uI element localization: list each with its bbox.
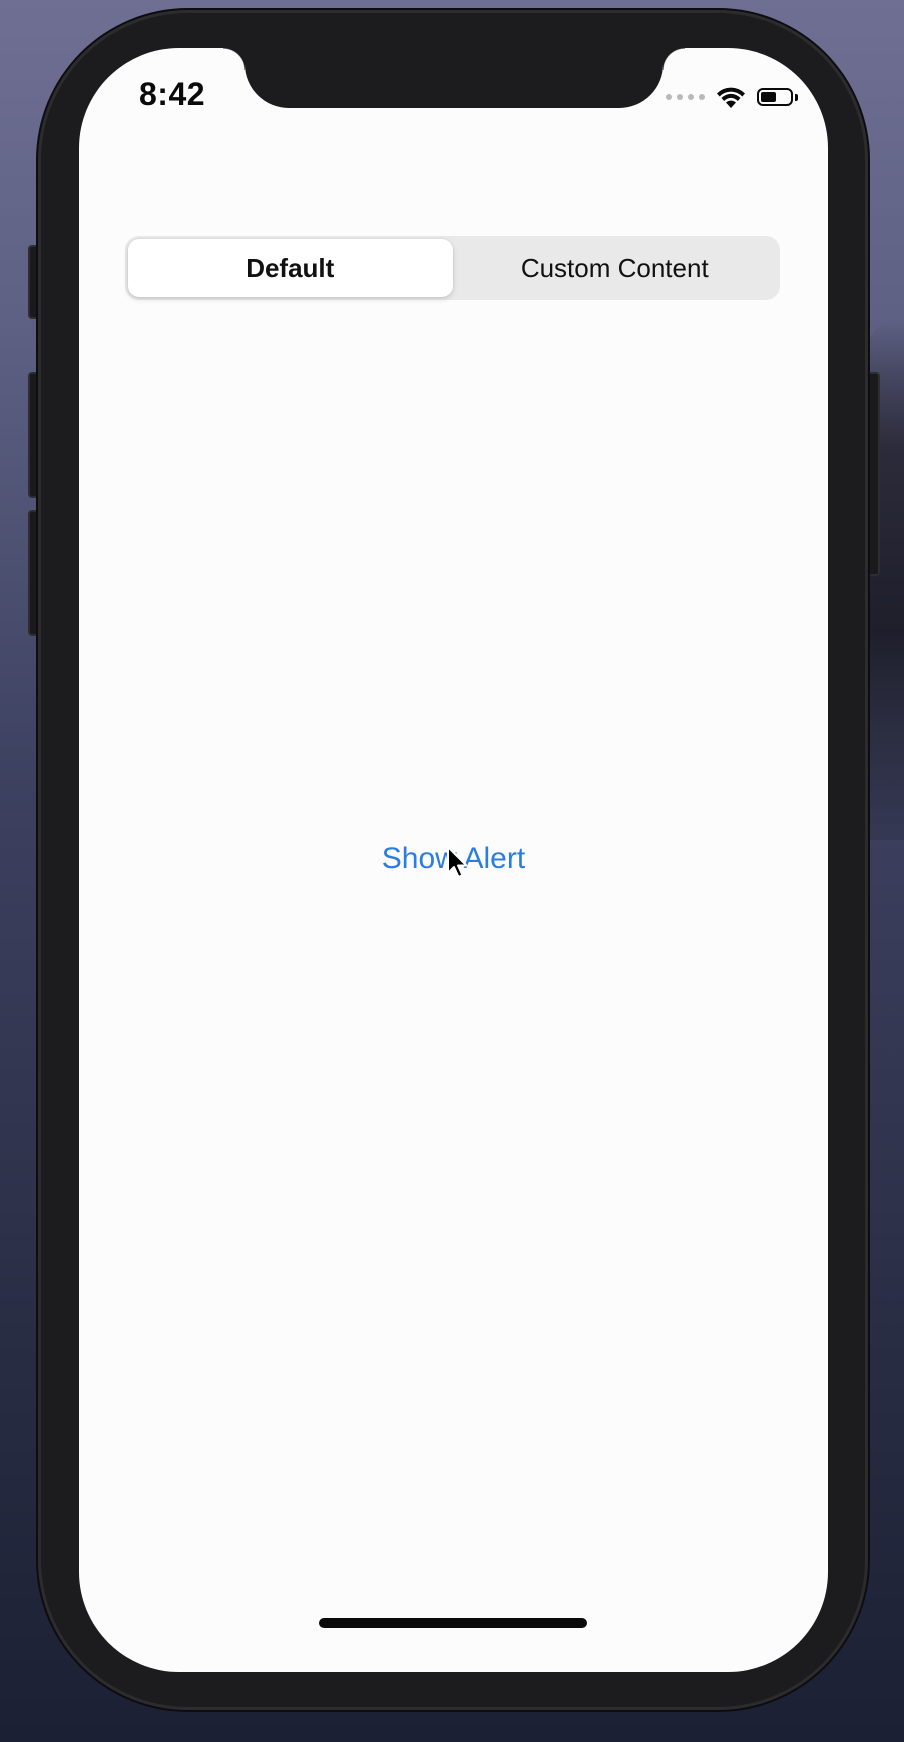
battery-icon	[757, 88, 793, 106]
home-indicator[interactable]	[319, 1618, 587, 1628]
cellular-dots-icon	[666, 94, 705, 100]
battery-cap	[795, 93, 798, 101]
notch	[223, 48, 685, 108]
mouse-cursor-icon	[447, 846, 468, 878]
wifi-icon	[717, 87, 745, 108]
segmented-control: Default Custom Content	[125, 236, 780, 300]
status-time: 8:42	[139, 76, 206, 112]
segment-default[interactable]: Default	[128, 239, 453, 297]
battery-level	[761, 92, 776, 102]
status-icons	[666, 82, 798, 112]
segment-custom-content[interactable]: Custom Content	[453, 239, 778, 297]
